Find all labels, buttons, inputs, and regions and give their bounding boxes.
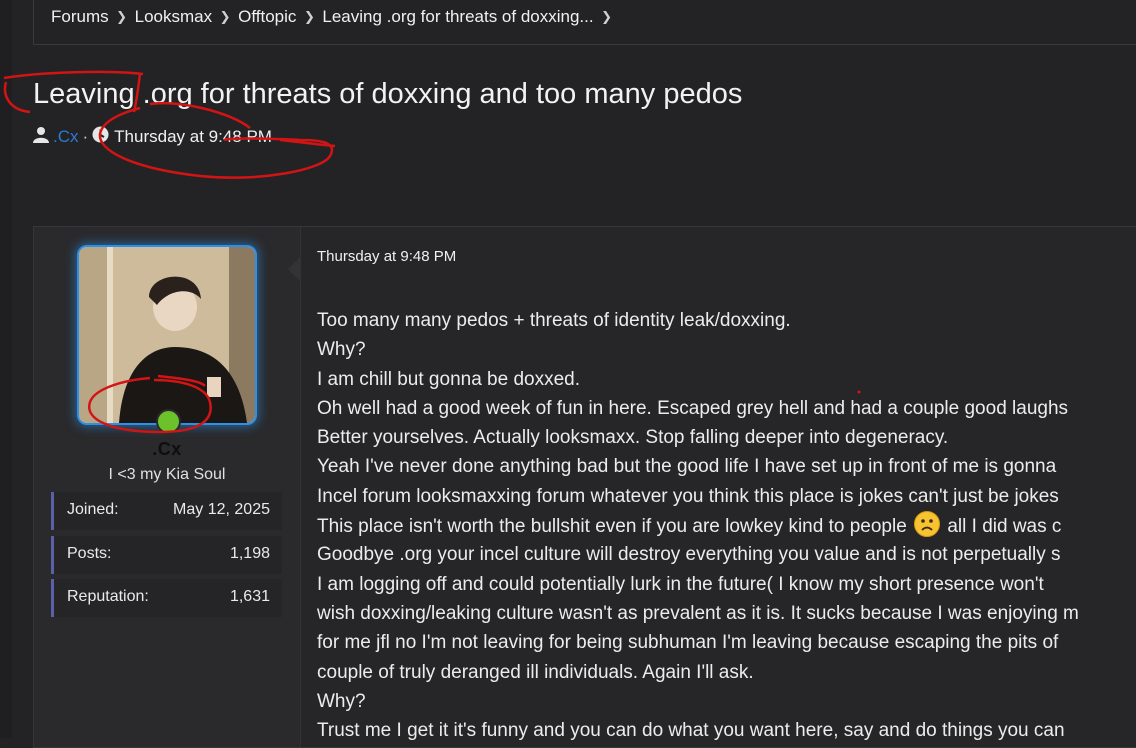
meta-separator: · bbox=[82, 127, 89, 146]
post-date[interactable]: Thursday at 9:48 PM bbox=[317, 248, 456, 265]
post-message-cell: Thursday at 9:48 PM Too many many pedos … bbox=[301, 227, 1136, 747]
post-line-text: This place isn't worth the bullshit even… bbox=[317, 516, 907, 538]
thread-date[interactable]: Thursday at 9:48 PM bbox=[114, 127, 272, 147]
post-line: Better yourselves. Actually looksmaxx. S… bbox=[317, 427, 949, 449]
post-user-cell: .Cx I <3 my Kia Soul Joined: May 12, 202… bbox=[34, 227, 301, 747]
stat-label: Joined: bbox=[67, 501, 119, 518]
stat-value: 1,631 bbox=[229, 588, 270, 605]
post-line: couple of truly deranged ill individuals… bbox=[317, 661, 754, 683]
post-line: Yeah I've never done anything bad but th… bbox=[317, 456, 1057, 478]
post-line: Oh well had a good week of fun in here. … bbox=[317, 397, 1069, 419]
chevron-right-icon: ❯ bbox=[116, 9, 128, 24]
avatar-image bbox=[79, 247, 255, 423]
post-username[interactable]: .Cx bbox=[34, 439, 300, 460]
breadcrumb-offtopic[interactable]: Offtopic bbox=[238, 7, 296, 27]
post-line: wish doxxing/leaking culture wasn't as p… bbox=[317, 602, 1079, 624]
post-line: Incel forum looksmaxxing forum whatever … bbox=[317, 485, 1059, 507]
post-body: Too many many pedos + threats of identit… bbox=[317, 306, 1136, 745]
stat-label: Posts: bbox=[67, 545, 112, 562]
post-line-tail: all I did was c bbox=[947, 516, 1062, 538]
post-line: I am logging off and could potentially l… bbox=[317, 573, 1044, 595]
chevron-right-icon: ❯ bbox=[303, 9, 315, 24]
post-line: Why? bbox=[317, 690, 366, 712]
thread-author-link[interactable]: .Cx bbox=[53, 127, 79, 147]
post-line: Why? bbox=[317, 339, 366, 361]
post-line: for me jfl no I'm not leaving for being … bbox=[317, 632, 1059, 654]
stat-value: May 12, 2025 bbox=[173, 501, 270, 518]
post-line-with-emoji: This place isn't worth the bullshit even… bbox=[317, 511, 1136, 540]
stat-label: Reputation: bbox=[67, 588, 149, 605]
message-arrow bbox=[288, 257, 300, 281]
thread-meta: .Cx · Thursday at 9:48 PM bbox=[33, 126, 272, 148]
user-title: I <3 my Kia Soul bbox=[108, 466, 226, 483]
stat-reputation: Reputation: 1,631 bbox=[51, 579, 282, 617]
post-line: Goodbye .org your incel culture will des… bbox=[317, 544, 1061, 566]
breadcrumb-forums[interactable]: Forums bbox=[51, 7, 109, 27]
post-line: I am chill but gonna be doxxed. bbox=[317, 368, 581, 390]
user-icon bbox=[33, 126, 49, 148]
breadcrumb-bar: Forums ❯ Looksmax ❯ Offtopic ❯ Leaving .… bbox=[33, 0, 1136, 45]
breadcrumb-thread[interactable]: Leaving .org for threats of doxxing... bbox=[322, 7, 593, 27]
chevron-right-icon: ❯ bbox=[601, 9, 613, 24]
chevron-right-icon: ❯ bbox=[219, 9, 231, 24]
left-gutter bbox=[0, 0, 12, 738]
breadcrumb-looksmax[interactable]: Looksmax bbox=[135, 7, 212, 27]
stat-value: 1,198 bbox=[229, 545, 270, 562]
avatar[interactable] bbox=[77, 245, 257, 425]
post-line: Trust me I get it it's funny and you can… bbox=[317, 720, 1065, 742]
stat-posts: Posts: 1,198 bbox=[51, 536, 282, 574]
post: .Cx I <3 my Kia Soul Joined: May 12, 202… bbox=[33, 226, 1136, 748]
breadcrumb: Forums ❯ Looksmax ❯ Offtopic ❯ Leaving .… bbox=[51, 7, 620, 27]
frowning-face-icon bbox=[914, 511, 941, 538]
online-status-dot bbox=[156, 409, 181, 434]
thread-title: Leaving .org for threats of doxxing and … bbox=[33, 78, 743, 110]
clock-icon bbox=[92, 126, 109, 148]
stat-joined: Joined: May 12, 2025 bbox=[51, 492, 282, 530]
post-line: Too many many pedos + threats of identit… bbox=[317, 310, 791, 331]
